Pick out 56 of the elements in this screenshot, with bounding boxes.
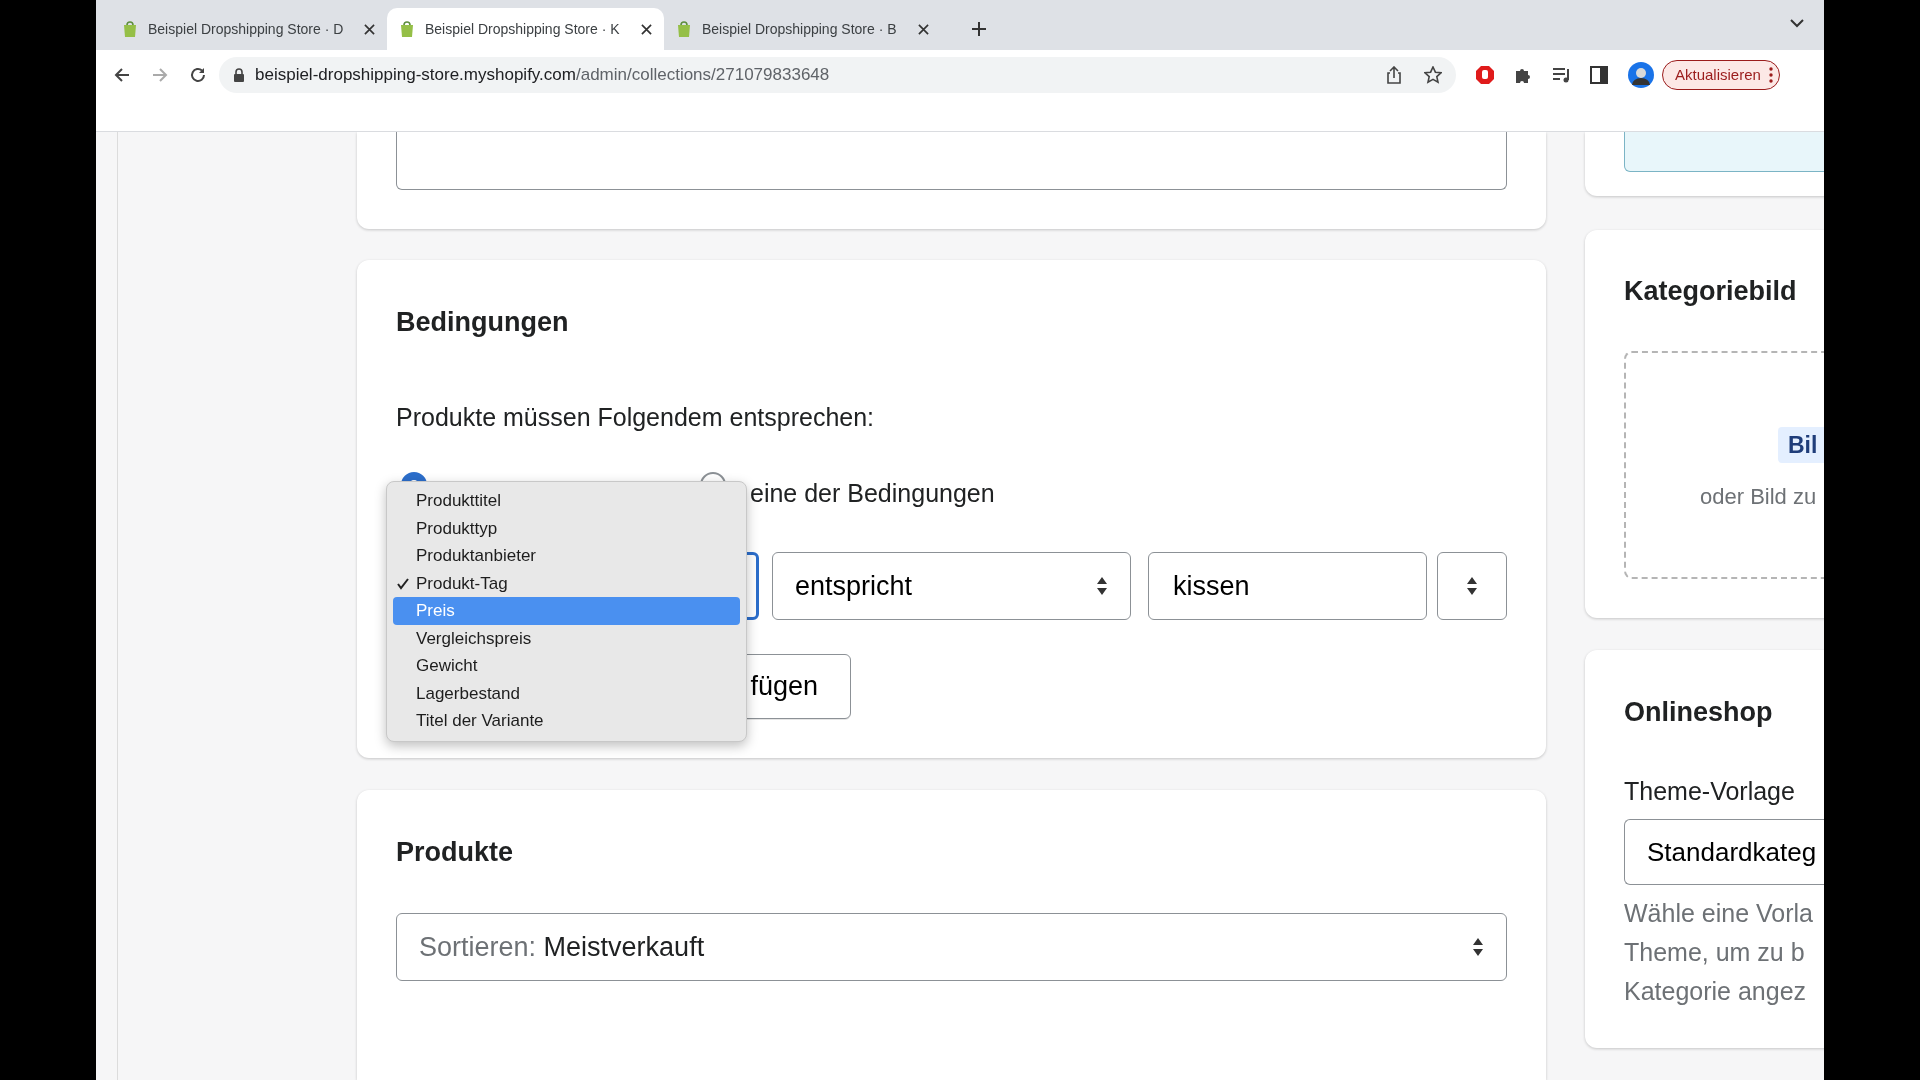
input-field[interactable]: kissen	[1148, 552, 1427, 620]
close-icon[interactable]	[918, 23, 929, 35]
select-field[interactable]	[1437, 552, 1507, 620]
address-bar[interactable]: beispiel-dropshipping-store.myshopify.com/admin/collections/271079833648	[219, 57, 1456, 93]
menu-item[interactable]: Produkt-Tag	[393, 569, 740, 597]
section-heading: Produkte	[396, 836, 515, 868]
help-text: Theme, um zu b	[1624, 937, 1806, 968]
hint-text: oder Bild zu	[1700, 483, 1818, 511]
instruction-text: Produkte müssen Folgendem entsprechen:	[396, 402, 876, 432]
updown-arrows-icon	[1096, 576, 1108, 596]
section-heading: Bedingungen	[396, 306, 570, 338]
url-text: beispiel-dropshipping-store.myshopify.com/admin/collections/271079833648	[255, 64, 830, 87]
help-text: Kategorie angez	[1624, 976, 1808, 1007]
new-tab-icon[interactable]	[971, 21, 987, 37]
close-icon[interactable]	[364, 23, 375, 35]
updown-arrows-icon	[1472, 937, 1484, 957]
close-icon[interactable]	[641, 23, 652, 35]
menu-item[interactable]: Titel der Variante	[393, 707, 740, 735]
browser-tab[interactable]: Beispiel Dropshipping Store · K	[387, 8, 664, 50]
shopping-bag-icon	[399, 20, 415, 38]
browser-tab[interactable]: Beispiel Dropshipping Store · B	[664, 8, 941, 50]
lock-icon	[233, 68, 245, 82]
sort-select[interactable]: Sortieren: Meistverkauft	[396, 913, 1507, 981]
puzzle-icon[interactable]	[1514, 66, 1532, 84]
updown-arrows-icon	[1466, 576, 1478, 596]
menu-item[interactable]: Lagerbestand	[393, 679, 740, 707]
menu-item[interactable]: Produkttyp	[393, 514, 740, 542]
tab-title: Beispiel Dropshipping Store · D	[148, 19, 345, 39]
reload-icon[interactable]	[189, 66, 207, 84]
browser-tab[interactable]: Beispiel Dropshipping Store · D	[110, 8, 387, 50]
section-heading: Kategoriebild	[1624, 275, 1798, 307]
side-panel-icon[interactable]	[1590, 66, 1608, 84]
field-label: Theme-Vorlage	[1624, 776, 1796, 806]
menu-item[interactable]: Produkttitel	[393, 487, 740, 515]
upload-button[interactable]: Bil	[1778, 427, 1824, 463]
tab-title: Beispiel Dropshipping Store · B	[702, 19, 898, 39]
avatar-icon[interactable]	[1628, 62, 1654, 88]
menu-item[interactable]: Produktanbieter	[393, 542, 740, 570]
shopping-bag-icon	[122, 20, 138, 38]
menu-item[interactable]: Gewicht	[393, 652, 740, 680]
share-icon[interactable]	[1386, 66, 1402, 84]
help-text: Wähle eine Vorla	[1624, 898, 1814, 929]
more-icon[interactable]	[1768, 67, 1773, 83]
shopping-bag-icon	[676, 20, 692, 38]
section-heading: Onlineshop	[1624, 696, 1774, 728]
update-button[interactable]: Aktualisieren	[1662, 60, 1780, 90]
star-icon[interactable]	[1424, 66, 1442, 84]
radio-label: eine der Bedingungen	[750, 478, 995, 510]
chevron-down-icon[interactable]	[1790, 18, 1804, 28]
select-field[interactable]: entspricht	[772, 552, 1131, 620]
stop-hand-icon[interactable]	[1475, 65, 1495, 85]
check-icon	[397, 577, 409, 590]
menu-item[interactable]: Vergleichspreis	[393, 624, 740, 652]
playlist-icon[interactable]	[1552, 67, 1572, 83]
tab-title: Beispiel Dropshipping Store · K	[425, 19, 621, 39]
back-icon[interactable]	[113, 66, 131, 84]
